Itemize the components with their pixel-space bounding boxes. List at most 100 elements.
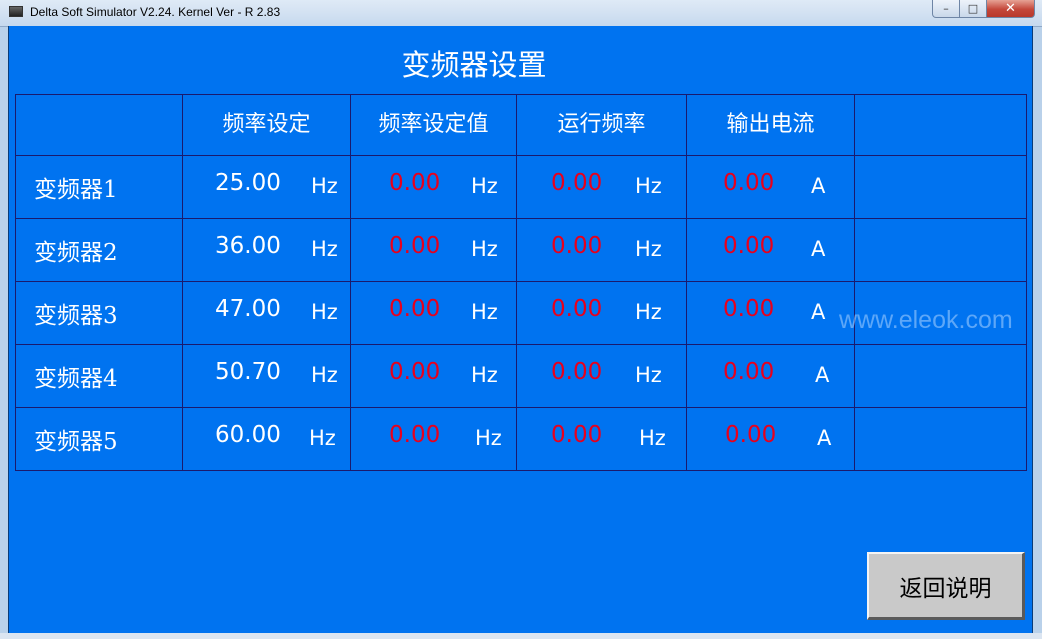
header-cell-current: 输出电流 [686, 94, 855, 156]
set-value-readout: 0.00 [389, 170, 441, 196]
empty-cell [854, 407, 1027, 471]
maximize-button[interactable]: □ [960, 0, 987, 18]
setpoint-cell[interactable]: 60.00 Hz [182, 407, 351, 471]
inverter-label: 变频器2 [34, 240, 118, 266]
row-label-cell: 变频器4 [15, 344, 183, 408]
window-controls: – □ ✕ [932, 0, 1035, 18]
unit-label: Hz [311, 174, 338, 198]
status-bar [0, 633, 1042, 639]
setpoint-cell[interactable]: 36.00 Hz [182, 218, 351, 282]
run-freq-cell: 0.00 Hz [516, 281, 687, 345]
row-label-cell: 变频器1 [15, 155, 183, 219]
unit-label: Hz [639, 426, 666, 450]
unit-label: Hz [311, 300, 338, 324]
header-cell-run-freq: 运行频率 [516, 94, 687, 156]
minimize-icon: – [943, 2, 949, 15]
current-readout: 0.00 [723, 170, 775, 196]
unit-label: Hz [471, 300, 498, 324]
header-cell-set-value: 频率设定值 [350, 94, 517, 156]
set-value-cell: 0.00 Hz [350, 218, 517, 282]
run-freq-readout: 0.00 [551, 233, 603, 259]
unit-label: Hz [471, 174, 498, 198]
table-row: 变频器2 36.00 Hz 0.00 Hz 0.00 Hz 0.00 A [15, 218, 1027, 282]
setpoint-cell[interactable]: 50.70 Hz [182, 344, 351, 408]
hmi-screen: 变频器设置 频率设定 频率设定值 运行频率 输出电流 变频器1 25.00 Hz … [8, 26, 1033, 633]
current-cell: 0.00 A [686, 344, 855, 408]
unit-label: A [815, 363, 830, 387]
window-title: Delta Soft Simulator V2.24. Kernel Ver -… [30, 5, 281, 19]
table-row: 变频器4 50.70 Hz 0.00 Hz 0.00 Hz 0.00 A [15, 344, 1027, 408]
header-label: 频率设定值 [378, 112, 489, 137]
app-icon [9, 6, 23, 17]
inverter-label: 变频器4 [34, 366, 118, 392]
header-cell-empty [15, 94, 183, 156]
set-value-cell: 0.00 Hz [350, 344, 517, 408]
current-readout: 0.00 [725, 422, 777, 448]
empty-cell [854, 155, 1027, 219]
unit-label: Hz [635, 237, 662, 261]
set-value-readout: 0.00 [389, 296, 441, 322]
set-value-cell: 0.00 Hz [350, 407, 517, 471]
unit-label: Hz [475, 426, 502, 450]
inverter-label: 变频器1 [34, 177, 118, 203]
empty-cell [854, 218, 1027, 282]
run-freq-cell: 0.00 Hz [516, 218, 687, 282]
set-value-readout: 0.00 [389, 422, 441, 448]
header-label: 频率设定 [222, 112, 311, 137]
current-cell: 0.00 A [686, 281, 855, 345]
row-label-cell: 变频器2 [15, 218, 183, 282]
unit-label: A [817, 426, 832, 450]
unit-label: A [811, 300, 826, 324]
current-cell: 0.00 A [686, 155, 855, 219]
setpoint-input[interactable]: 50.70 [215, 359, 281, 385]
maximize-icon: □ [967, 2, 979, 15]
table-header-row: 频率设定 频率设定值 运行频率 输出电流 [15, 94, 1027, 156]
header-cell-empty [854, 94, 1027, 156]
unit-label: Hz [311, 237, 338, 261]
header-cell-setpoint: 频率设定 [182, 94, 351, 156]
run-freq-readout: 0.00 [551, 170, 603, 196]
setpoint-input[interactable]: 47.00 [215, 296, 281, 322]
row-label-cell: 变频器3 [15, 281, 183, 345]
current-readout: 0.00 [723, 233, 775, 259]
unit-label: Hz [635, 363, 662, 387]
unit-label: Hz [635, 174, 662, 198]
unit-label: Hz [635, 300, 662, 324]
header-label: 运行频率 [557, 112, 646, 137]
set-value-readout: 0.00 [389, 359, 441, 385]
set-value-cell: 0.00 Hz [350, 281, 517, 345]
current-readout: 0.00 [723, 359, 775, 385]
setpoint-cell[interactable]: 47.00 Hz [182, 281, 351, 345]
close-button[interactable]: ✕ [987, 0, 1035, 18]
unit-label: A [811, 237, 826, 261]
run-freq-cell: 0.00 Hz [516, 155, 687, 219]
run-freq-readout: 0.00 [551, 422, 603, 448]
unit-label: Hz [471, 363, 498, 387]
setpoint-cell[interactable]: 25.00 Hz [182, 155, 351, 219]
watermark-text: www.eleok.com [839, 306, 1013, 334]
set-value-readout: 0.00 [389, 233, 441, 259]
set-value-cell: 0.00 Hz [350, 155, 517, 219]
minimize-button[interactable]: – [932, 0, 960, 18]
return-button[interactable]: 返回说明 [867, 552, 1025, 620]
current-cell: 0.00 A [686, 407, 855, 471]
run-freq-cell: 0.00 Hz [516, 407, 687, 471]
unit-label: Hz [309, 426, 336, 450]
setpoint-input[interactable]: 60.00 [215, 422, 281, 448]
run-freq-cell: 0.00 Hz [516, 344, 687, 408]
empty-cell [854, 344, 1027, 408]
unit-label: A [811, 174, 826, 198]
unit-label: Hz [311, 363, 338, 387]
inverter-label: 变频器5 [34, 429, 118, 455]
current-readout: 0.00 [723, 296, 775, 322]
header-label: 输出电流 [726, 112, 815, 137]
page-title: 变频器设置 [401, 48, 547, 82]
table-row: 变频器1 25.00 Hz 0.00 Hz 0.00 Hz 0.00 A [15, 155, 1027, 219]
run-freq-readout: 0.00 [551, 359, 603, 385]
setpoint-input[interactable]: 25.00 [215, 170, 281, 196]
setpoint-input[interactable]: 36.00 [215, 233, 281, 259]
inverter-table: 频率设定 频率设定值 运行频率 输出电流 变频器1 25.00 Hz 0.00 Hz… [15, 94, 1027, 471]
table-row: 变频器5 60.00 Hz 0.00 Hz 0.00 Hz 0.00 A [15, 407, 1027, 471]
return-button-label: 返回说明 [899, 575, 992, 602]
run-freq-readout: 0.00 [551, 296, 603, 322]
